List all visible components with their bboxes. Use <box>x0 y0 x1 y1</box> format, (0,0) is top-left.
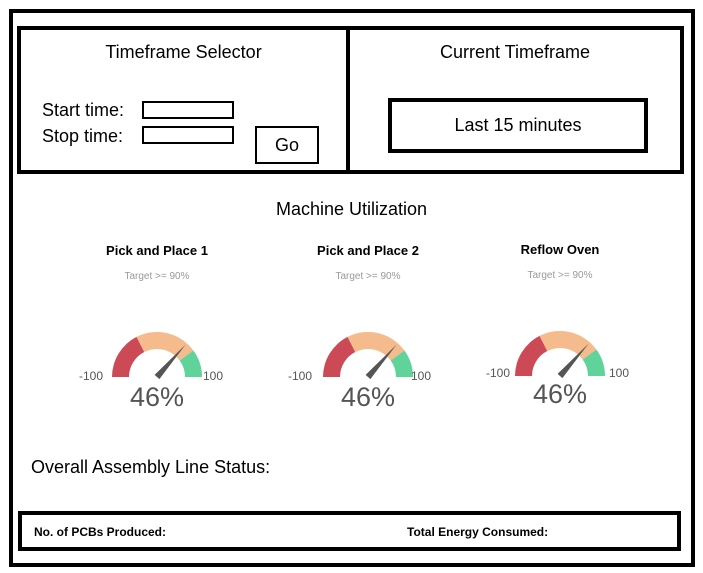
gauge-max-label: 100 <box>411 369 432 383</box>
gauge-reflow-oven: Reflow Oven Target >= 90% -100 100 46% <box>470 242 650 409</box>
gauge-name: Pick and Place 1 <box>106 243 208 258</box>
current-timeframe-value: Last 15 minutes <box>388 98 648 153</box>
gauge-min-label: -100 <box>79 369 104 383</box>
gauge-target: Target >= 90% <box>335 271 401 282</box>
machine-utilization-title: Machine Utilization <box>275 199 428 219</box>
gauge-value: 46% <box>129 382 185 412</box>
gauge-segment-mid <box>136 332 194 361</box>
footer-bar: No. of PCBs Produced: Total Energy Consu… <box>18 511 681 551</box>
current-timeframe-title: Current Timeframe <box>439 42 591 62</box>
gauge-target: Target >= 90% <box>124 271 190 282</box>
total-energy-label: Total Energy Consumed: <box>407 525 549 539</box>
gauge-segment-mid <box>347 332 405 361</box>
gauge-min-label: -100 <box>288 369 313 383</box>
gauge-target: Target >= 90% <box>527 270 593 281</box>
timeframe-selector-title: Timeframe Selector <box>105 42 262 62</box>
gauge-min-label: -100 <box>486 366 511 380</box>
stop-time-input[interactable] <box>142 126 234 144</box>
stop-time-label: Stop time: <box>42 126 124 146</box>
gauge-pick-and-place-1: Pick and Place 1 Target >= 90% -100 100 … <box>67 243 247 412</box>
gauge-segment-low <box>112 336 145 377</box>
gauge-value: 46% <box>532 379 588 409</box>
go-button[interactable]: Go <box>255 126 319 164</box>
start-time-label: Start time: <box>42 100 125 120</box>
gauge-pick-and-place-2: Pick and Place 2 Target >= 90% -100 100 … <box>278 243 458 412</box>
gauge-name: Reflow Oven <box>520 242 600 257</box>
overall-status-label: Overall Assembly Line Status: <box>31 457 271 477</box>
gauge-segment-low <box>515 335 548 376</box>
current-timeframe-panel: Current Timeframe Last 15 minutes <box>346 26 684 174</box>
gauge-segment-mid <box>539 331 597 360</box>
gauge-segment-low <box>323 336 356 377</box>
gauge-value: 46% <box>340 382 396 412</box>
gauge-max-label: 100 <box>609 366 630 380</box>
timeframe-selector-panel: Timeframe Selector Start time: Stop time… <box>17 26 350 174</box>
start-time-input[interactable] <box>142 101 234 119</box>
pcbs-produced-label: No. of PCBs Produced: <box>34 525 167 539</box>
gauge-max-label: 100 <box>203 369 224 383</box>
gauge-name: Pick and Place 2 <box>317 243 419 258</box>
